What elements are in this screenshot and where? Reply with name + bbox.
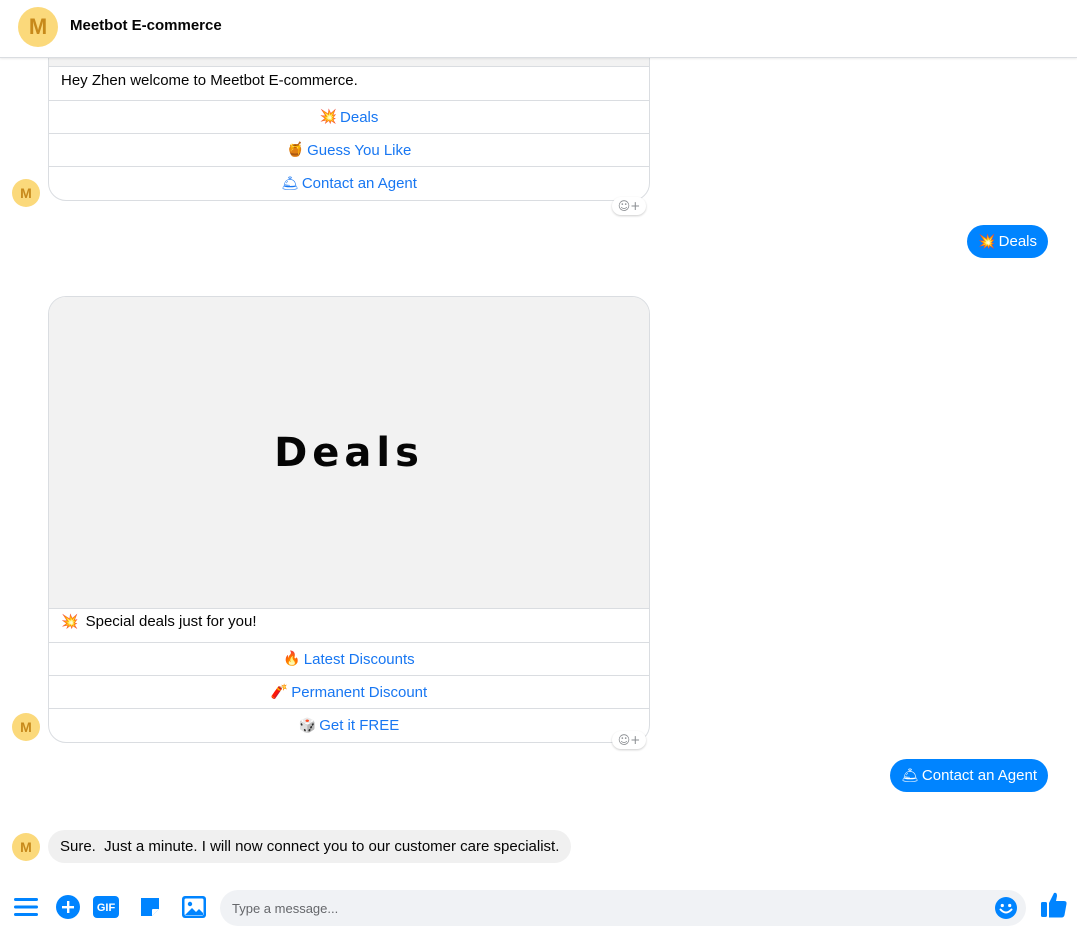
button-label: Guess You Like [307, 141, 412, 159]
sticker-icon[interactable] [136, 893, 164, 921]
chat-title[interactable]: Meetbot E-commerce [70, 17, 222, 34]
image-icon[interactable] [180, 893, 208, 921]
plus-icon[interactable] [54, 893, 82, 921]
bot-message-avatar: M [12, 713, 40, 741]
chat-header: M Meetbot E-commerce [0, 0, 1077, 58]
button-label: Latest Discounts [303, 650, 415, 668]
button-label: Deals [340, 108, 379, 126]
received-message[interactable]: Sure. Just a minute. I will now connect … [48, 830, 572, 863]
bell-icon: 🛎 [281, 175, 299, 192]
bot-message-avatar: M [12, 179, 40, 207]
menu-icon[interactable] [12, 893, 40, 921]
button-label: Get it FREE [319, 717, 400, 734]
reaction-icon[interactable]: ☺+ [612, 731, 646, 749]
card-text-label: Hey Zhen welcome to Meetbot E-commerce. [61, 72, 358, 89]
deals-card-image: Deals [49, 297, 649, 609]
collision-icon: 💥 [61, 614, 79, 630]
bot-avatar[interactable]: M [18, 7, 58, 47]
card-text: 💥 Special deals just for you! [49, 609, 649, 643]
collision-icon: 💥 [978, 233, 996, 250]
bot-message-avatar: M [12, 833, 40, 861]
received-message-text: Sure. Just a minute. I will now connect … [60, 838, 560, 855]
reaction-icon[interactable]: ☺+ [612, 197, 646, 215]
honey-pot-icon: 🍯 [286, 142, 305, 158]
collision-icon: 💥 [319, 109, 338, 125]
contact-agent-button[interactable]: 🛎 Contact an Agent [49, 167, 649, 200]
get-it-free-button[interactable]: 🎲 Get it FREE [49, 709, 649, 742]
emoji-icon[interactable] [994, 896, 1018, 925]
latest-discounts-button[interactable]: 🔥 Latest Discounts [49, 643, 649, 676]
gif-icon[interactable]: GIF [92, 893, 120, 921]
sent-message-deals[interactable]: 💥 Deals [967, 225, 1048, 258]
sent-message-label: Contact an Agent [921, 767, 1037, 784]
firecracker-icon: 🧨 [270, 684, 289, 700]
button-label: Contact an Agent [301, 175, 417, 192]
thumbs-up-icon[interactable] [1040, 891, 1068, 919]
dice-icon: 🎲 [298, 717, 317, 734]
deals-button[interactable]: 💥 Deals [49, 101, 649, 134]
fire-icon: 🔥 [283, 651, 301, 667]
hero-text: Deals [274, 429, 424, 476]
guess-you-like-button[interactable]: 🍯 Guess You Like [49, 134, 649, 167]
message-composer: GIF [0, 887, 1077, 927]
button-label: Permanent Discount [291, 683, 428, 701]
message-input[interactable] [232, 890, 992, 926]
permanent-discount-button[interactable]: 🧨 Permanent Discount [49, 676, 649, 709]
card-text: Hey Zhen welcome to Meetbot E-commerce. [49, 67, 649, 101]
bell-icon: 🛎 [901, 767, 919, 784]
gif-label: GIF [97, 902, 116, 914]
welcome-card: Hey Zhen welcome to Meetbot E-commerce. … [48, 50, 650, 201]
message-input-container [220, 890, 1026, 926]
card-text-label: Special deals just for you! [85, 613, 257, 630]
sent-message-label: Deals [998, 233, 1037, 250]
deals-card: Deals 💥 Special deals just for you! 🔥 La… [48, 296, 650, 743]
sent-message-contact-agent[interactable]: 🛎 Contact an Agent [890, 759, 1048, 792]
